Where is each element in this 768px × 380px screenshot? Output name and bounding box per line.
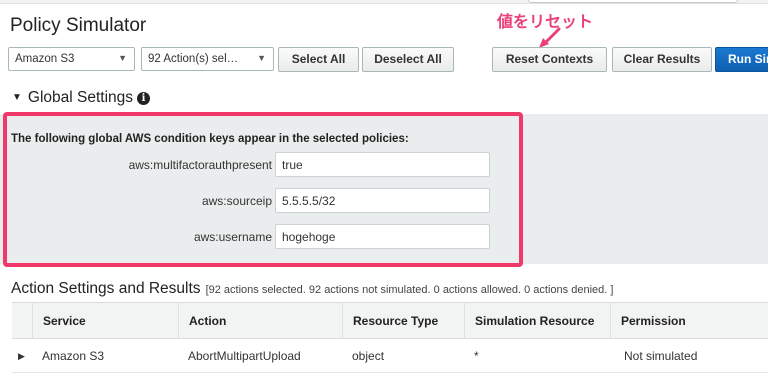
column-header-simulation-resource[interactable]: Simulation Resource	[464, 303, 610, 339]
results-summary: [92 actions selected. 92 actions not sim…	[205, 284, 614, 296]
triangle-down-icon: ▼	[12, 92, 22, 103]
triangle-right-icon[interactable]: ▶	[18, 339, 25, 373]
service-select[interactable]: Amazon S3 ▼	[8, 47, 135, 71]
cell-service: Amazon S3	[42, 349, 105, 363]
actions-select[interactable]: 92 Action(s) sel… ▼	[141, 47, 274, 71]
top-bar	[0, 0, 768, 4]
expand-column-header	[12, 303, 32, 339]
cell-resource-type: object	[352, 349, 385, 363]
service-select-value: Amazon S3	[15, 53, 75, 65]
table-row[interactable]: ▶ Amazon S3 AbortMultipartUpload object …	[12, 339, 768, 373]
actions-select-value: 92 Action(s) sel…	[148, 53, 239, 65]
column-header-service[interactable]: Service	[32, 303, 178, 339]
caret-down-icon: ▼	[118, 53, 127, 63]
page-title: Policy Simulator	[10, 15, 147, 36]
top-search-field[interactable]	[528, 0, 738, 3]
caret-down-icon: ▼	[257, 53, 266, 63]
global-settings-heading: Global Settings	[27, 89, 134, 106]
column-header-permission[interactable]: Permission	[610, 303, 768, 339]
results-table: Service Action Resource Type Simulation …	[12, 302, 768, 373]
cell-action: AbortMultipartUpload	[188, 349, 301, 363]
table-header: Service Action Resource Type Simulation …	[12, 302, 768, 339]
reset-contexts-button[interactable]: Reset Contexts	[492, 47, 607, 72]
select-all-button[interactable]: Select All	[278, 47, 359, 72]
deselect-all-button[interactable]: Deselect All	[362, 47, 454, 72]
column-header-action[interactable]: Action	[178, 303, 342, 339]
cell-permission: Not simulated	[624, 349, 698, 363]
toolbar: Amazon S3 ▼ 92 Action(s) sel… ▼ Select A…	[8, 47, 768, 72]
info-icon[interactable]: i	[137, 92, 151, 105]
global-settings-toggle[interactable]: ▼ Global Settings i	[12, 89, 151, 107]
results-heading-row: Action Settings and Results [92 actions s…	[11, 280, 613, 298]
clear-results-button[interactable]: Clear Results	[612, 47, 712, 72]
cell-simulation-resource: *	[474, 349, 479, 363]
column-header-resource-type[interactable]: Resource Type	[342, 303, 464, 339]
highlight-box	[3, 112, 523, 267]
results-heading: Action Settings and Results	[11, 280, 201, 297]
run-simulation-button[interactable]: Run Sir	[715, 47, 768, 72]
